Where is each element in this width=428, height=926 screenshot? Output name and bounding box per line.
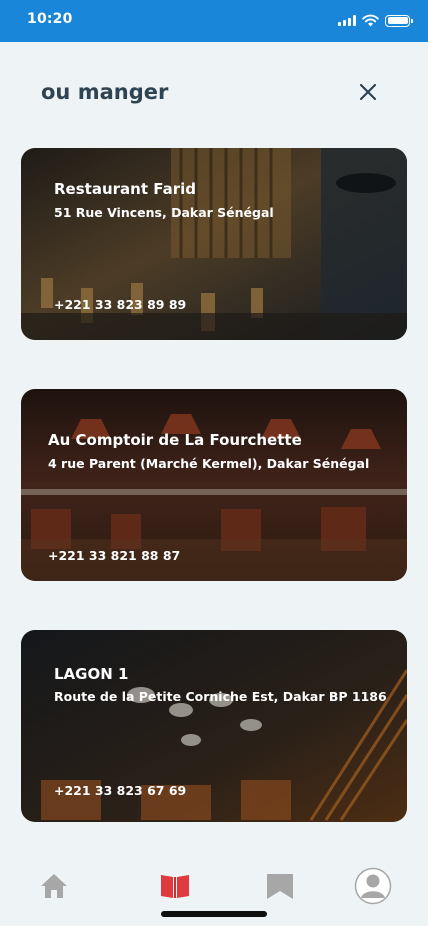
bookmark-icon xyxy=(267,874,293,899)
tab-bookmark[interactable] xyxy=(260,866,300,906)
status-bar: 10:20 xyxy=(0,0,428,42)
status-icons xyxy=(338,14,413,27)
signal-icon xyxy=(338,15,356,26)
restaurant-name: Au Comptoir de La Fourchette xyxy=(48,431,302,449)
home-indicator xyxy=(161,911,267,917)
restaurant-name: Restaurant Farid xyxy=(54,180,196,198)
user-icon xyxy=(354,867,392,905)
page-title: ou manger xyxy=(41,80,169,104)
restaurant-address: 51 Rue Vincens, Dakar Sénégal xyxy=(54,205,274,220)
restaurant-phone[interactable]: +221 33 823 89 89 xyxy=(54,297,186,312)
restaurant-address: 4 rue Parent (Marché Kermel), Dakar Séné… xyxy=(48,456,370,471)
close-icon xyxy=(359,83,377,101)
restaurant-name: LAGON 1 xyxy=(54,665,129,683)
status-time: 10:20 xyxy=(27,11,73,27)
home-icon xyxy=(41,874,67,898)
restaurant-phone[interactable]: +221 33 821 88 87 xyxy=(48,548,180,563)
battery-icon xyxy=(385,14,413,27)
tab-profile[interactable] xyxy=(353,866,393,906)
book-icon xyxy=(161,875,189,898)
restaurant-card[interactable]: Restaurant Farid 51 Rue Vincens, Dakar S… xyxy=(21,148,407,340)
tab-book[interactable] xyxy=(155,866,195,906)
restaurant-address: Route de la Petite Corniche Est, Dakar B… xyxy=(54,689,387,704)
restaurant-card[interactable]: LAGON 1 Route de la Petite Corniche Est,… xyxy=(21,630,407,822)
tab-home[interactable] xyxy=(34,866,74,906)
wifi-icon xyxy=(362,14,379,27)
restaurant-card[interactable]: Au Comptoir de La Fourchette 4 rue Paren… xyxy=(21,389,407,581)
close-button[interactable] xyxy=(356,80,380,104)
restaurant-phone[interactable]: +221 33 823 67 69 xyxy=(54,783,186,798)
